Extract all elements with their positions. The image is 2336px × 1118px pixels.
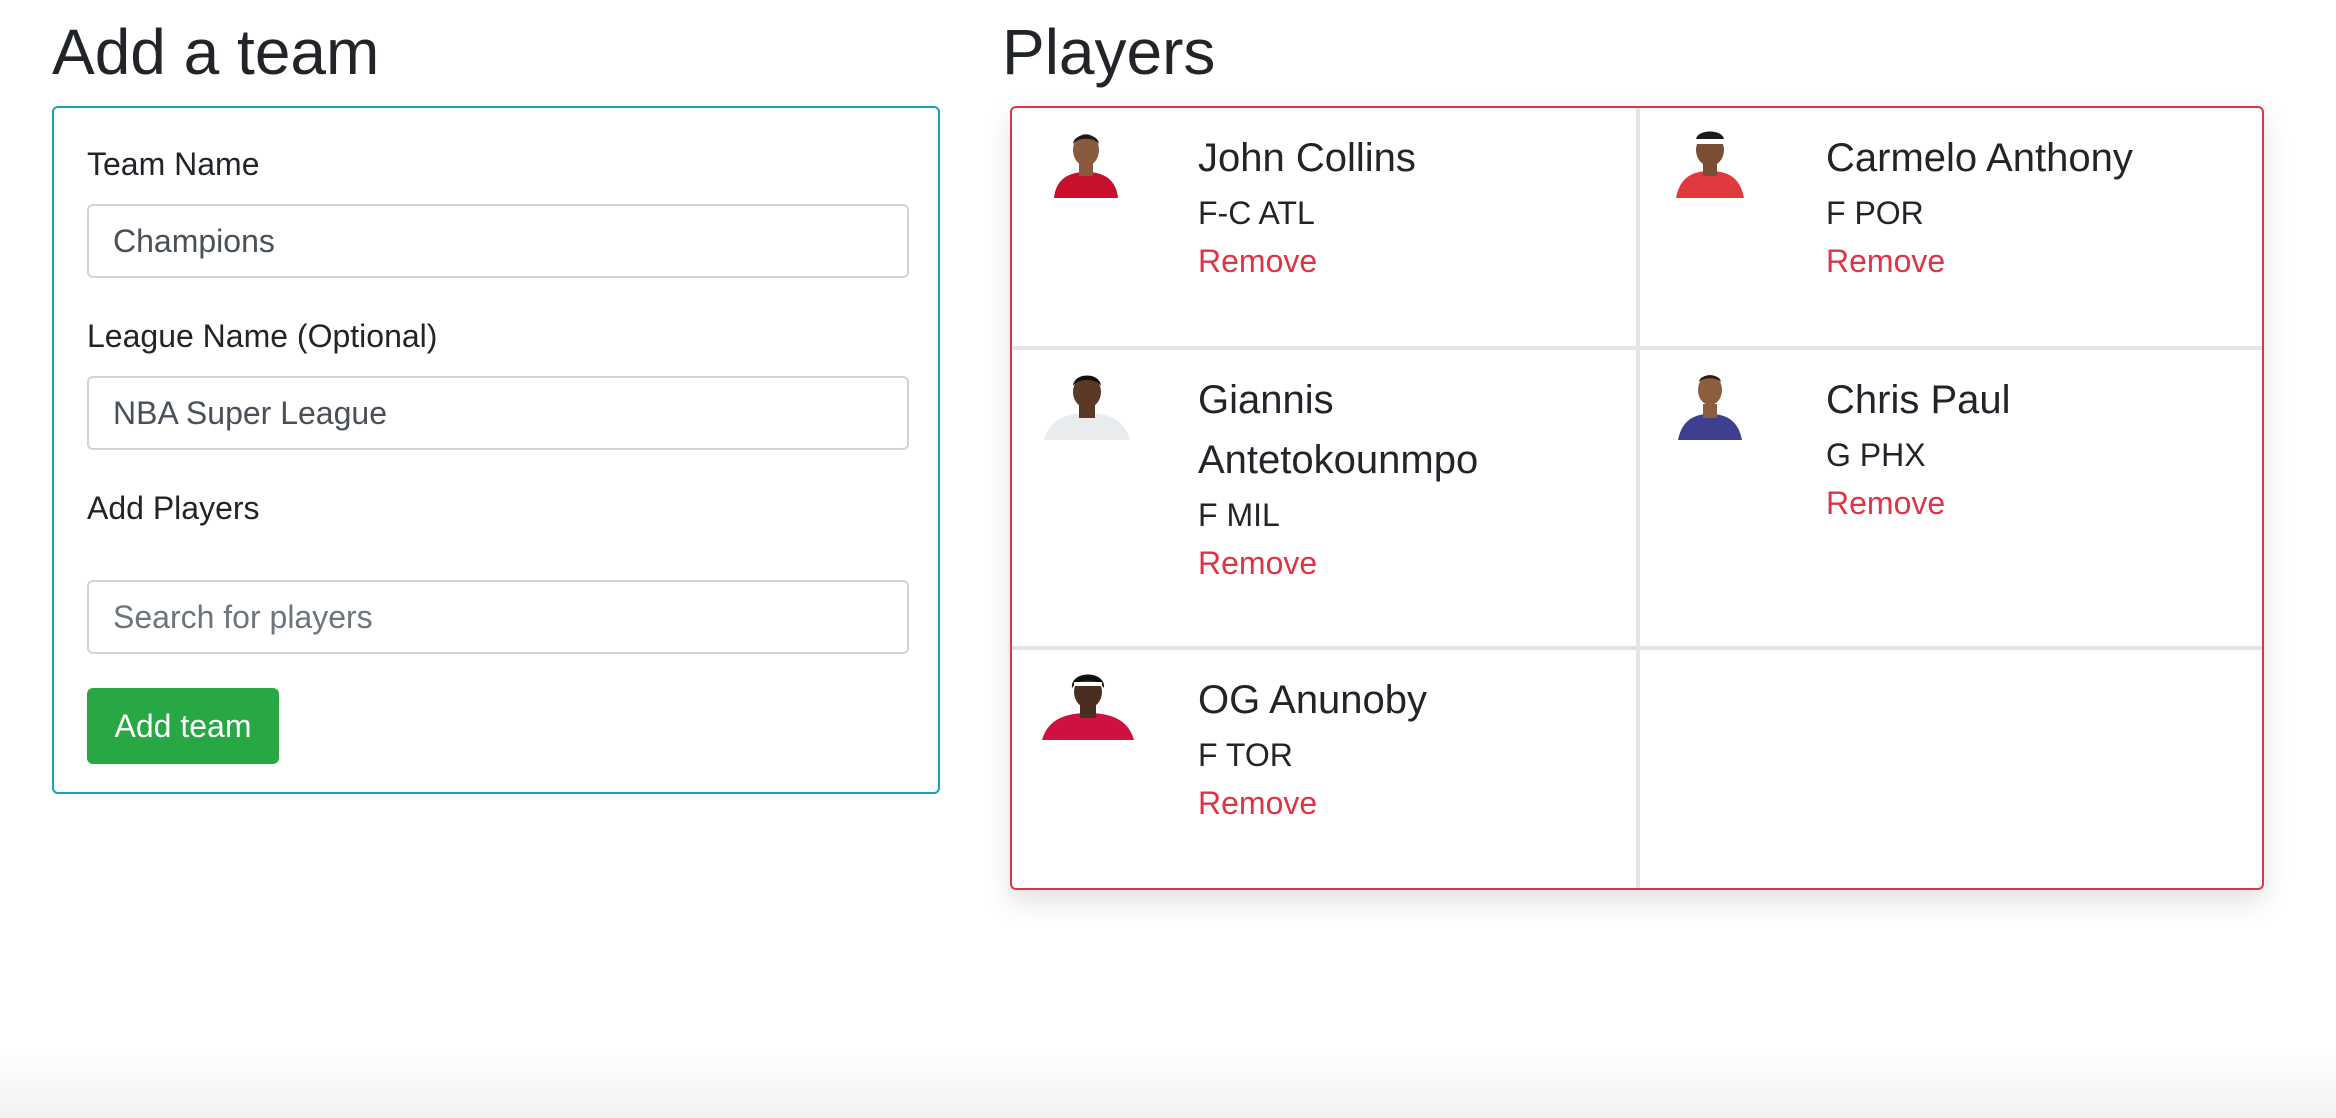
player-position: F TOR <box>1198 737 1293 773</box>
player-photo-icon <box>1676 131 1744 198</box>
player-info: Chris Paul G PHX Remove <box>1826 370 2011 526</box>
remove-player-link[interactable]: Remove <box>1826 480 2011 526</box>
players-grid: John Collins F-C ATL Remove Carmelo Anth… <box>1010 106 2264 890</box>
player-card: Carmelo Anthony F POR Remove <box>1640 108 2262 346</box>
player-avatar <box>1042 368 1132 440</box>
player-name: Giannis Antetokounmpo <box>1198 378 1479 482</box>
player-name: Chris Paul <box>1826 378 2011 422</box>
player-photo-icon <box>1054 134 1118 198</box>
player-photo-icon <box>1678 375 1742 440</box>
empty-player-slot <box>1640 650 2262 888</box>
page-bottom-shade <box>0 1048 2336 1118</box>
add-team-form: Team Name League Name (Optional) Add Pla… <box>52 106 940 794</box>
players-heading: Players <box>1002 16 1216 88</box>
player-photo-icon <box>1042 674 1134 740</box>
player-position: G PHX <box>1826 437 1926 473</box>
player-avatar <box>1672 368 1748 440</box>
player-avatar <box>1672 126 1748 198</box>
remove-player-link[interactable]: Remove <box>1826 238 2133 284</box>
remove-player-link[interactable]: Remove <box>1198 780 1427 826</box>
player-avatar <box>1048 126 1124 198</box>
remove-player-link[interactable]: Remove <box>1198 238 1416 284</box>
player-name: OG Anunoby <box>1198 678 1428 722</box>
player-position: F MIL <box>1198 497 1280 533</box>
player-info: John Collins F-C ATL Remove <box>1198 128 1416 284</box>
player-position: F-C ATL <box>1198 195 1315 231</box>
player-name: John Collins <box>1198 136 1416 180</box>
add-team-button[interactable]: Add team <box>87 688 279 764</box>
player-card: Chris Paul G PHX Remove <box>1640 350 2262 646</box>
player-card: OG Anunoby F TOR Remove <box>1012 650 1636 888</box>
player-card: John Collins F-C ATL Remove <box>1012 108 1636 346</box>
player-position: F POR <box>1826 195 1924 231</box>
add-team-heading: Add a team <box>52 16 380 88</box>
league-name-label: League Name (Optional) <box>87 318 438 354</box>
player-info: Giannis Antetokounmpo F MIL Remove <box>1198 370 1498 586</box>
add-players-label: Add Players <box>87 490 260 526</box>
player-info: OG Anunoby F TOR Remove <box>1198 670 1427 826</box>
league-name-input[interactable] <box>87 376 909 450</box>
team-name-input[interactable] <box>87 204 909 278</box>
player-card: Giannis Antetokounmpo F MIL Remove <box>1012 350 1636 646</box>
team-name-label: Team Name <box>87 146 260 182</box>
player-avatar <box>1042 668 1134 740</box>
player-info: Carmelo Anthony F POR Remove <box>1826 128 2133 284</box>
player-name: Carmelo Anthony <box>1826 136 2133 180</box>
remove-player-link[interactable]: Remove <box>1198 540 1498 586</box>
player-photo-icon <box>1044 375 1130 440</box>
player-search-input[interactable] <box>87 580 909 654</box>
